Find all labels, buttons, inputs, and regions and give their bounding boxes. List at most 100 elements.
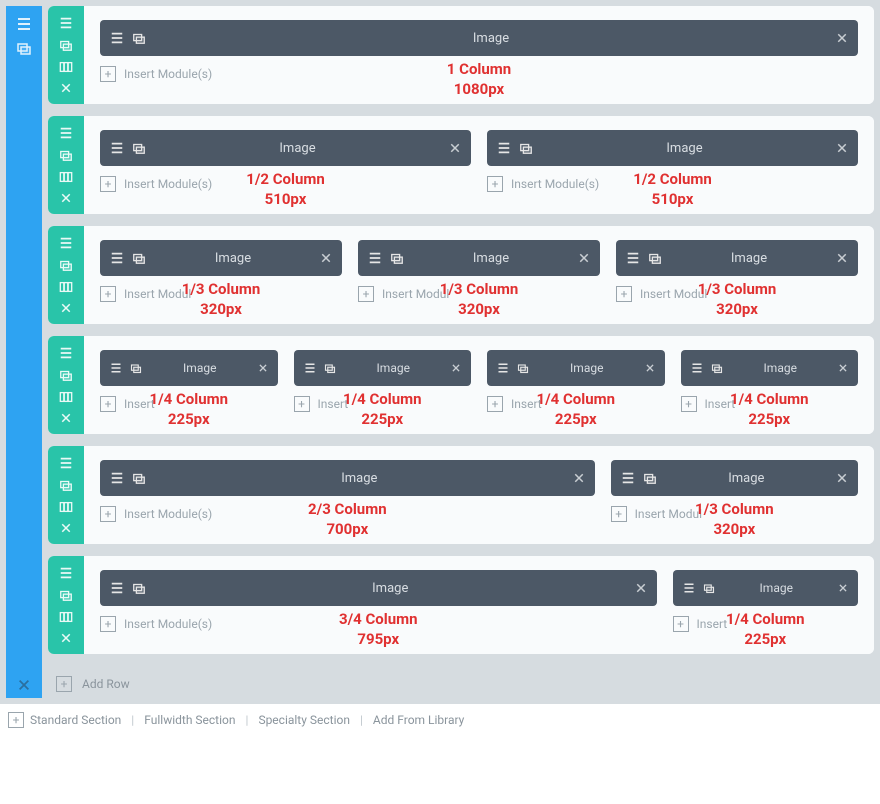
row-settings-icon[interactable] <box>59 16 73 30</box>
image-module[interactable]: Image <box>100 460 595 496</box>
image-module[interactable]: Image <box>673 570 859 606</box>
insert-module-button[interactable]: + Insert Module(s) 2/3 Column700px <box>100 506 595 522</box>
row-columns-icon[interactable] <box>59 60 73 74</box>
module-settings-icon[interactable] <box>110 141 124 155</box>
module-settings-icon[interactable] <box>621 471 635 485</box>
module-settings-icon[interactable] <box>110 362 122 374</box>
module-delete-icon[interactable] <box>449 142 461 154</box>
footer-standard-section[interactable]: Standard Section <box>30 713 121 727</box>
module-duplicate-icon[interactable] <box>130 362 142 374</box>
module-delete-icon[interactable] <box>573 472 585 484</box>
row-delete-icon[interactable] <box>60 412 72 424</box>
image-module[interactable]: Image <box>616 240 858 276</box>
module-delete-icon[interactable] <box>836 142 848 154</box>
row-duplicate-icon[interactable] <box>59 368 73 382</box>
module-duplicate-icon[interactable] <box>648 251 662 265</box>
add-row-button[interactable]: + Add Row <box>48 666 874 698</box>
insert-module-button[interactable]: + Insert 1/4 Column225px <box>673 616 859 632</box>
module-settings-icon[interactable] <box>691 362 703 374</box>
module-duplicate-icon[interactable] <box>132 141 146 155</box>
insert-module-button[interactable]: + Insert Modul 1/3 Column320px <box>611 506 858 522</box>
module-delete-icon[interactable] <box>320 252 332 264</box>
module-delete-icon[interactable] <box>838 583 848 593</box>
module-duplicate-icon[interactable] <box>643 471 657 485</box>
module-delete-icon[interactable] <box>838 363 848 373</box>
image-module[interactable]: Image <box>294 350 472 386</box>
module-delete-icon[interactable] <box>578 252 590 264</box>
row-duplicate-icon[interactable] <box>59 478 73 492</box>
insert-module-button[interactable]: + Insert Module(s) 3/4 Column795px <box>100 616 657 632</box>
image-module[interactable]: Image <box>100 20 858 56</box>
insert-module-button[interactable]: + Insert Modul 1/3 Column320px <box>358 286 600 302</box>
row-columns-icon[interactable] <box>59 280 73 294</box>
module-settings-icon[interactable] <box>110 31 124 45</box>
module-delete-icon[interactable] <box>258 363 268 373</box>
module-delete-icon[interactable] <box>836 252 848 264</box>
insert-module-button[interactable]: + Insert Modul 1/3 Column320px <box>616 286 858 302</box>
module-duplicate-icon[interactable] <box>517 362 529 374</box>
row-duplicate-icon[interactable] <box>59 588 73 602</box>
module-settings-icon[interactable] <box>304 362 316 374</box>
image-module[interactable]: Image <box>358 240 600 276</box>
row-columns-icon[interactable] <box>59 500 73 514</box>
insert-module-button[interactable]: + Insert 1/4 Column225px <box>100 396 278 412</box>
section-settings-icon[interactable] <box>16 16 32 32</box>
module-delete-icon[interactable] <box>836 32 848 44</box>
image-module[interactable]: Image <box>611 460 858 496</box>
row-settings-icon[interactable] <box>59 566 73 580</box>
module-settings-icon[interactable] <box>110 251 124 265</box>
insert-module-button[interactable]: + Insert 1/4 Column225px <box>487 396 665 412</box>
insert-module-button[interactable]: + Insert 1/4 Column225px <box>681 396 859 412</box>
module-settings-icon[interactable] <box>110 471 124 485</box>
row-duplicate-icon[interactable] <box>59 148 73 162</box>
image-module[interactable]: Image <box>100 130 471 166</box>
module-settings-icon[interactable] <box>110 581 124 595</box>
row-delete-icon[interactable] <box>60 82 72 94</box>
row-delete-icon[interactable] <box>60 522 72 534</box>
module-settings-icon[interactable] <box>368 251 382 265</box>
row-columns-icon[interactable] <box>59 610 73 624</box>
module-settings-icon[interactable] <box>497 141 511 155</box>
module-duplicate-icon[interactable] <box>711 362 723 374</box>
section-delete-icon[interactable] <box>17 678 31 692</box>
image-module[interactable]: Image <box>487 350 665 386</box>
row-columns-icon[interactable] <box>59 170 73 184</box>
row-settings-icon[interactable] <box>59 456 73 470</box>
module-duplicate-icon[interactable] <box>132 581 146 595</box>
module-duplicate-icon[interactable] <box>324 362 336 374</box>
module-duplicate-icon[interactable] <box>519 141 533 155</box>
insert-module-button[interactable]: + Insert Module(s) 1 Column1080px <box>100 66 858 82</box>
module-delete-icon[interactable] <box>836 472 848 484</box>
module-delete-icon[interactable] <box>645 363 655 373</box>
row-delete-icon[interactable] <box>60 192 72 204</box>
module-duplicate-icon[interactable] <box>132 471 146 485</box>
row-settings-icon[interactable] <box>59 236 73 250</box>
module-duplicate-icon[interactable] <box>132 251 146 265</box>
image-module[interactable]: Image <box>100 240 342 276</box>
row-delete-icon[interactable] <box>60 302 72 314</box>
module-settings-icon[interactable] <box>683 582 695 594</box>
section-duplicate-icon[interactable] <box>16 40 32 56</box>
row-settings-icon[interactable] <box>59 126 73 140</box>
module-settings-icon[interactable] <box>497 362 509 374</box>
row-duplicate-icon[interactable] <box>59 258 73 272</box>
insert-module-button[interactable]: + Insert Module(s) 1/2 Column510px <box>100 176 471 192</box>
module-duplicate-icon[interactable] <box>132 31 146 45</box>
module-delete-icon[interactable] <box>451 363 461 373</box>
module-settings-icon[interactable] <box>626 251 640 265</box>
footer-fullwidth-section[interactable]: Fullwidth Section <box>144 713 235 727</box>
insert-module-button[interactable]: + Insert 1/4 Column225px <box>294 396 472 412</box>
row-duplicate-icon[interactable] <box>59 38 73 52</box>
image-module[interactable]: Image <box>100 350 278 386</box>
row-columns-icon[interactable] <box>59 390 73 404</box>
image-module[interactable]: Image <box>487 130 858 166</box>
image-module[interactable]: Image <box>681 350 859 386</box>
module-duplicate-icon[interactable] <box>703 582 715 594</box>
module-delete-icon[interactable] <box>635 582 647 594</box>
footer-add-from-library[interactable]: Add From Library <box>373 713 464 727</box>
insert-module-button[interactable]: + Insert Module(s) 1/2 Column510px <box>487 176 858 192</box>
footer-specialty-section[interactable]: Specialty Section <box>258 713 350 727</box>
row-delete-icon[interactable] <box>60 632 72 644</box>
module-duplicate-icon[interactable] <box>390 251 404 265</box>
row-settings-icon[interactable] <box>59 346 73 360</box>
